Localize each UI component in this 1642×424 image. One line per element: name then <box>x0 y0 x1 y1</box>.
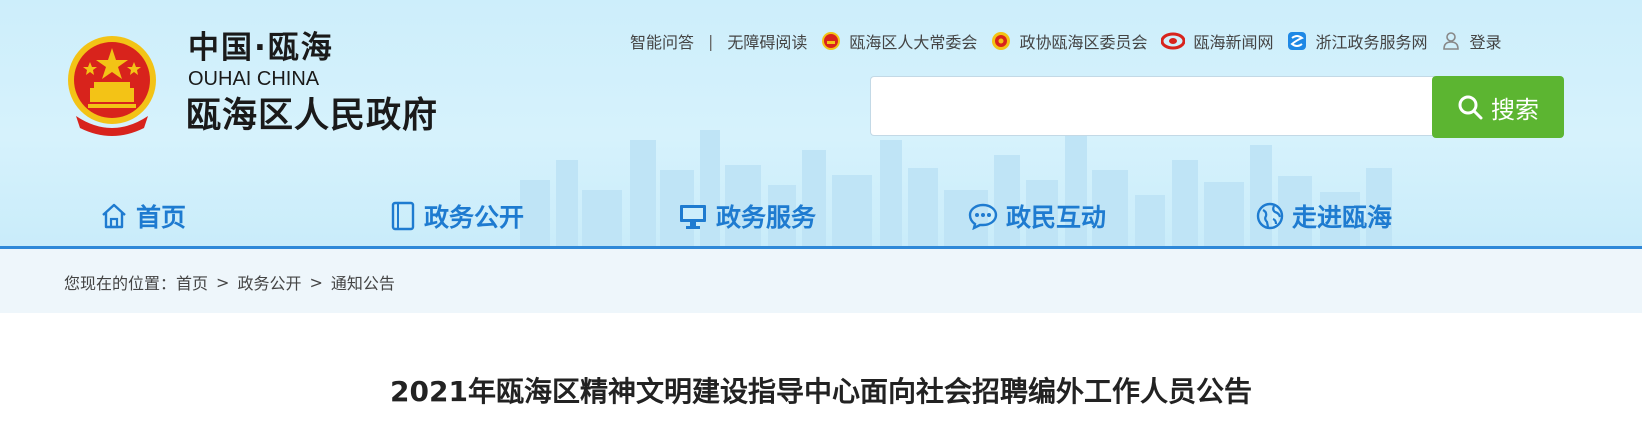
smart-qa-link[interactable]: 智能问答 <box>630 29 694 53</box>
npc-link-label: 瓯海区人大常委会 <box>849 33 978 52</box>
nav-item-gov-services[interactable]: 政务服务 <box>678 194 816 238</box>
nav-item-label: 政民互动 <box>1006 203 1107 232</box>
user-icon <box>1443 32 1460 50</box>
login-link-label: 登录 <box>1469 33 1502 52</box>
ouhai-news-link[interactable]: 瓯海新闻网 <box>1161 29 1273 53</box>
nav-item-label: 首页 <box>136 203 187 232</box>
nav-item-about-ouhai[interactable]: 走进瓯海 <box>1256 194 1392 238</box>
breadcrumb-separator: > <box>309 272 323 292</box>
cppcc-emblem-icon <box>992 32 1011 50</box>
emblem-icon <box>822 32 841 50</box>
monitor-icon <box>680 205 706 229</box>
top-links-bar: 智能问答 | 无障碍阅读 瓯海区人大常委会 政协瓯海区委员会 瓯海新闻网 浙江政… <box>630 28 1516 54</box>
search-input[interactable] <box>870 76 1434 136</box>
news-logo-icon <box>1161 32 1186 50</box>
logo-chinese-title: 中国·瓯海 <box>188 30 334 66</box>
site-header: 中国·瓯海 OUHAI CHINA 瓯海区人民政府 智能问答 | 无障碍阅读 瓯… <box>0 0 1642 248</box>
breadcrumb-prefix: 您现在的位置： <box>64 274 177 293</box>
nav-item-label: 政务服务 <box>716 203 817 232</box>
main-nav: 首页 政务公开 政务服务 政民互动 走进瓯海 <box>0 194 1642 238</box>
ouhai-news-link-label: 瓯海新闻网 <box>1193 33 1274 52</box>
nav-item-home[interactable]: 首页 <box>100 194 186 238</box>
zjzwfw-link-label: 浙江政务服务网 <box>1315 33 1428 52</box>
globe-icon <box>1256 202 1284 230</box>
site-name: 瓯海区人民政府 <box>186 96 439 136</box>
nav-item-interaction[interactable]: 政民互动 <box>968 194 1106 238</box>
cppcc-link-label: 政协瓯海区委员会 <box>1019 33 1148 52</box>
nav-item-label: 政务公开 <box>424 203 525 232</box>
chat-icon <box>968 203 998 230</box>
link-separator: | <box>708 31 714 51</box>
zjzwfw-link[interactable]: 浙江政务服务网 <box>1287 29 1427 53</box>
breadcrumb-home[interactable]: 首页 <box>176 270 208 294</box>
nav-item-label: 走进瓯海 <box>1292 203 1393 232</box>
document-icon <box>391 201 415 231</box>
breadcrumb-notices[interactable]: 通知公告 <box>331 270 395 294</box>
search-button-label: 搜索 <box>1491 95 1539 124</box>
logo-english-title: OUHAI CHINA <box>188 68 320 90</box>
home-icon <box>102 203 126 229</box>
zjzwfw-logo-icon <box>1288 32 1307 50</box>
national-emblem-logo <box>68 36 156 136</box>
breadcrumb-separator: > <box>216 272 230 292</box>
accessible-reading-link[interactable]: 无障碍阅读 <box>727 29 807 53</box>
breadcrumb: 您现在的位置： 首页 > 政务公开 > 通知公告 <box>64 270 395 294</box>
login-link[interactable]: 登录 <box>1441 29 1502 53</box>
breadcrumb-gov-affairs-open[interactable]: 政务公开 <box>237 270 301 294</box>
article-title: 2021年瓯海区精神文明建设指导中心面向社会招聘编外工作人员公告 <box>390 375 1252 408</box>
search-icon <box>1458 95 1483 120</box>
search-button[interactable]: 搜索 <box>1432 76 1564 138</box>
nav-item-gov-affairs-open[interactable]: 政务公开 <box>390 194 524 238</box>
cppcc-link[interactable]: 政协瓯海区委员会 <box>991 29 1147 53</box>
npc-link[interactable]: 瓯海区人大常委会 <box>821 29 977 53</box>
